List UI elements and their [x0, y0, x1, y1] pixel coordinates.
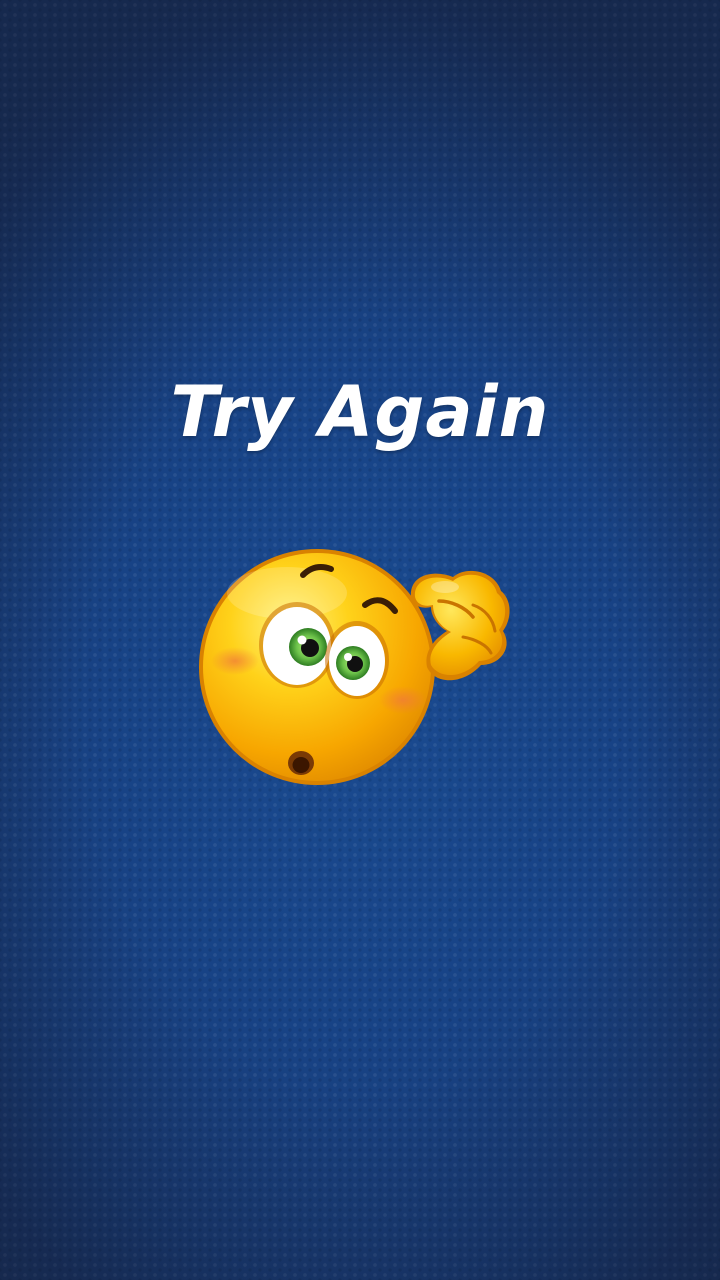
confused-thinking-emoji-icon [199, 549, 510, 785]
try-again-screen: Try Again [0, 0, 720, 1280]
try-again-title: Try Again [170, 371, 550, 453]
